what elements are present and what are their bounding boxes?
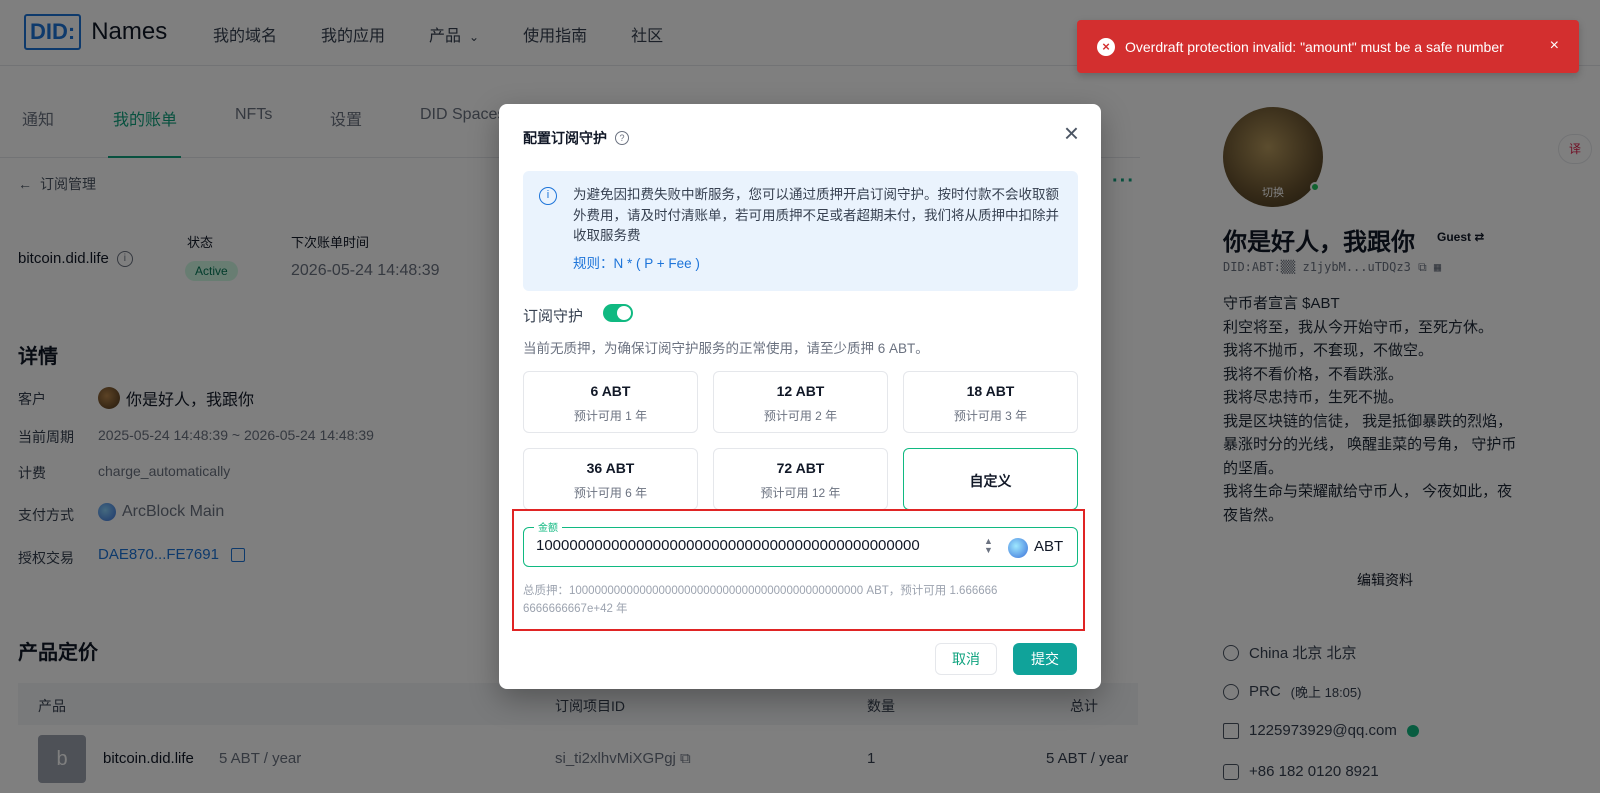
dialog-title: 配置订阅守护 ? xyxy=(523,128,629,148)
help-icon[interactable]: ? xyxy=(615,131,629,145)
option-amount: 72 ABT xyxy=(776,460,825,476)
toggle-knob xyxy=(617,306,631,320)
option-years: 预计可用 1 年 xyxy=(573,409,648,423)
rule-text: 规则：N * ( P + Fee ) xyxy=(573,256,700,271)
submit-button[interactable]: 提交 xyxy=(1013,643,1077,675)
option-years: 预计可用 3 年 xyxy=(953,409,1028,423)
currency-label: ABT xyxy=(1034,538,1064,555)
option-amount: 36 ABT xyxy=(586,460,635,476)
option-6-abt[interactable]: 6 ABT 预计可用 1 年 xyxy=(523,371,698,433)
option-custom-label: 自定义 xyxy=(969,473,1012,489)
guard-label: 订阅守护 xyxy=(523,308,584,325)
toast-message: Overdraft protection invalid: "amount" m… xyxy=(1125,38,1504,55)
option-amount: 6 ABT xyxy=(590,383,631,399)
subscription-guard-dialog: 配置订阅守护 ? × i 为避免因扣费失败中断服务，您可以通过质押开启订阅守护。… xyxy=(499,104,1101,689)
error-icon: × xyxy=(1097,37,1115,56)
option-12-abt[interactable]: 12 ABT 预计可用 2 年 xyxy=(713,371,888,433)
option-72-abt[interactable]: 72 ABT 预计可用 12 年 xyxy=(713,448,888,510)
amount-field: 金额 ▲▼ ABT xyxy=(523,519,1078,567)
option-amount: 12 ABT xyxy=(776,383,825,399)
abt-token-icon xyxy=(1008,538,1028,558)
error-toast: × Overdraft protection invalid: "amount"… xyxy=(1077,20,1579,73)
amount-label: 金额 xyxy=(534,519,562,534)
option-years: 预计可用 2 年 xyxy=(763,409,838,423)
dialog-title-text: 配置订阅守护 xyxy=(523,130,607,146)
number-stepper[interactable]: ▲ ▼ xyxy=(984,537,993,555)
option-years: 预计可用 12 年 xyxy=(760,486,841,500)
close-icon[interactable]: × xyxy=(1550,37,1559,55)
info-text: 为避免因扣费失败中断服务，您可以通过质押开启订阅守护。按时付款不会收取额外费用，… xyxy=(573,187,1059,243)
close-icon[interactable]: × xyxy=(1064,120,1079,146)
option-amount: 18 ABT xyxy=(966,383,1015,399)
info-icon: i xyxy=(539,187,557,205)
total-stake-text: 总质押：100000000000000000000000000000000000… xyxy=(523,585,998,615)
option-years: 预计可用 6 年 xyxy=(573,486,648,500)
guard-toggle[interactable] xyxy=(603,304,633,322)
amount-input[interactable] xyxy=(536,537,966,554)
stake-hint: 当前无质押，为确保订阅守护服务的正常使用，请至少质押 6 ABT。 xyxy=(523,341,929,356)
option-18-abt[interactable]: 18 ABT 预计可用 3 年 xyxy=(903,371,1078,433)
cancel-button[interactable]: 取消 xyxy=(935,643,997,675)
option-36-abt[interactable]: 36 ABT 预计可用 6 年 xyxy=(523,448,698,510)
option-custom[interactable]: 自定义 xyxy=(903,448,1078,510)
info-alert: i 为避免因扣费失败中断服务，您可以通过质押开启订阅守护。按时付款不会收取额外费… xyxy=(523,171,1078,291)
